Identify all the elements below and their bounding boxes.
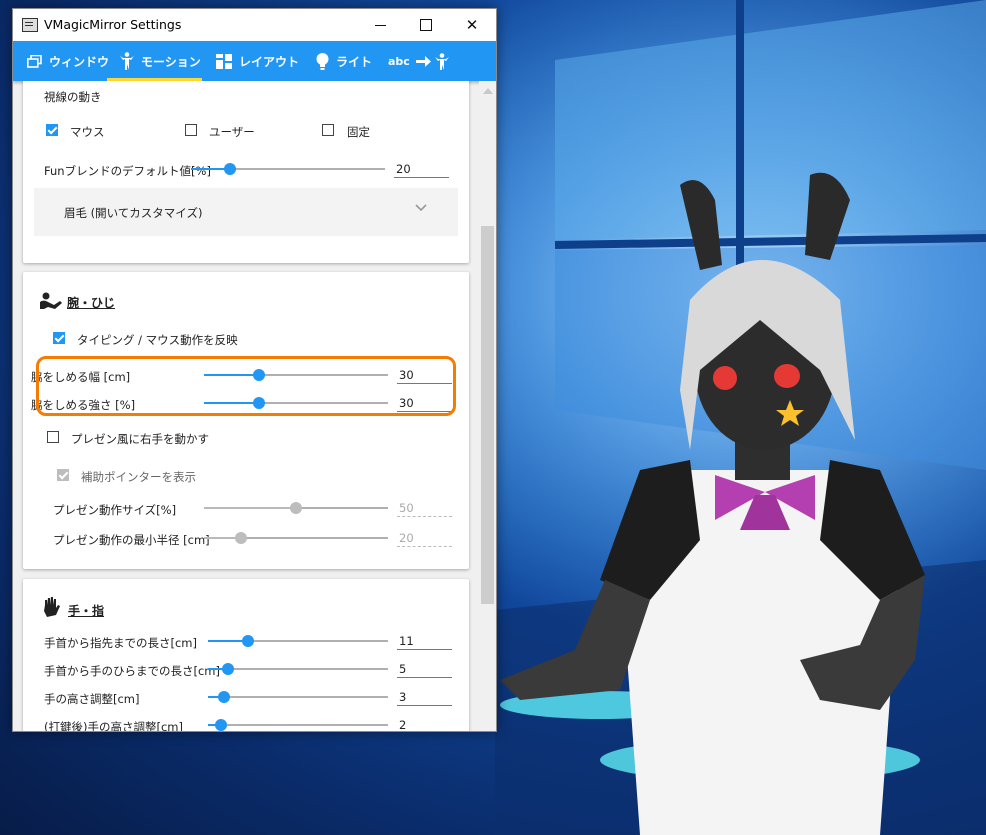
slider-thumb[interactable] (241, 635, 254, 647)
maximize-button[interactable] (403, 9, 449, 41)
hand-finger-card: 手・指 手首から指先までの長さ[cm] 11 手首から手のひらまでの長さ[cm]… (23, 579, 469, 731)
highlight-box (36, 356, 456, 416)
show-pointer-checkbox[interactable] (57, 469, 69, 481)
presentation-label: プレゼン風に右手を動かす (71, 432, 209, 446)
tab-label: abc (388, 54, 410, 68)
arm-icon (40, 292, 62, 313)
wrist-to-tip-value[interactable]: 11 (397, 632, 452, 650)
wrist-to-tip-label: 手首から指先までの長さ[cm] (44, 636, 197, 650)
present-radius-label: プレゼン動作の最小半径 [cm] (53, 533, 210, 547)
settings-window[interactable]: VMagicMirror Settings ✕ ウィンドウ モーション レイアウ… (12, 8, 497, 732)
fun-blend-label: Funブレンドのデフォルト値[%] (44, 164, 211, 178)
slider-thumb[interactable] (290, 502, 302, 514)
hand-icon (42, 597, 60, 620)
tab-word-to-motion[interactable]: abc (388, 41, 457, 81)
wrist-to-palm-value[interactable]: 5 (397, 660, 452, 678)
present-radius-slider[interactable] (204, 531, 388, 545)
slider-thumb[interactable] (234, 532, 247, 544)
hand-height-after-slider[interactable] (208, 718, 388, 731)
tab-layout[interactable]: レイアウト (216, 41, 299, 81)
wrist-to-palm-slider[interactable] (208, 662, 388, 676)
person-icon (120, 52, 134, 70)
slider-thumb[interactable] (223, 163, 236, 175)
tab-label: ウィンドウ (49, 54, 110, 69)
arm-elbow-card: 腕・ひじ タイピング / マウス動作を反映 脇をしめる幅 [cm] 30 脇をし… (23, 272, 469, 569)
fixed-label: 固定 (347, 125, 370, 139)
show-pointer-label: 補助ポインターを表示 (81, 470, 196, 484)
typing-reflect-checkbox[interactable] (53, 332, 65, 344)
eye-motion-heading: 視線の動き (44, 90, 102, 104)
app-icon (22, 18, 38, 32)
wrist-to-palm-label: 手首から手のひらまでの長さ[cm] (44, 664, 220, 678)
presentation-checkbox[interactable] (47, 431, 59, 443)
slider-thumb[interactable] (218, 691, 231, 703)
wrist-to-tip-slider[interactable] (208, 634, 388, 648)
tab-label: モーション (141, 54, 201, 69)
eyebrow-expander-label: 眉毛 (開いてカスタマイズ) (64, 206, 203, 220)
scroll-up-arrow-icon[interactable] (483, 88, 493, 94)
tab-label: ライト (336, 54, 373, 69)
minimize-button[interactable] (357, 9, 403, 41)
present-size-value[interactable]: 50 (397, 499, 452, 517)
chevron-down-icon (414, 202, 428, 217)
slider-thumb[interactable] (221, 663, 234, 675)
tab-motion[interactable]: モーション (120, 41, 201, 81)
window-title: VMagicMirror Settings (44, 17, 182, 32)
present-size-slider[interactable] (204, 501, 388, 515)
bulb-icon (316, 52, 329, 70)
title-bar[interactable]: VMagicMirror Settings ✕ (13, 9, 496, 41)
mouse-label: マウス (70, 125, 105, 139)
settings-scroll-area[interactable]: 視線の動き マウス ユーザー 固定 Funブレンドのデフォルト値[%] 20 眉… (13, 81, 479, 731)
typing-reflect-label: タイピング / マウス動作を反映 (77, 333, 238, 347)
hand-height-label: 手の高さ調整[cm] (44, 692, 140, 706)
vertical-scrollbar[interactable] (479, 81, 496, 731)
tab-label: レイアウト (239, 54, 300, 69)
window-icon (27, 54, 42, 68)
hand-height-after-value[interactable]: 2 (397, 716, 452, 731)
hand-height-slider[interactable] (208, 690, 388, 704)
scrollbar-thumb[interactable] (481, 226, 494, 604)
present-size-label: プレゼン動作サイズ[%] (53, 503, 177, 517)
eye-motion-card: 視線の動き マウス ユーザー 固定 Funブレンドのデフォルト値[%] 20 眉… (23, 81, 469, 263)
user-checkbox[interactable] (185, 124, 197, 136)
tab-light[interactable]: ライト (316, 41, 372, 81)
user-label: ユーザー (209, 125, 255, 139)
arm-section-title: 腕・ひじ (67, 296, 116, 310)
tab-window[interactable]: ウィンドウ (27, 41, 109, 81)
word-to-motion-icon (415, 52, 450, 70)
maximize-icon (420, 19, 432, 31)
mouse-checkbox[interactable] (46, 124, 58, 136)
fun-blend-slider[interactable] (191, 162, 385, 176)
hand-height-value[interactable]: 3 (397, 688, 452, 706)
slider-thumb[interactable] (214, 719, 227, 731)
hand-section-title: 手・指 (68, 604, 105, 618)
hand-height-after-label: (打鍵後)手の高さ調整[cm] (44, 720, 183, 731)
grid-icon (216, 53, 232, 69)
present-radius-value[interactable]: 20 (397, 529, 452, 547)
tab-bar: ウィンドウ モーション レイアウト ライト abc (13, 41, 496, 81)
fun-blend-value[interactable]: 20 (394, 160, 449, 178)
minimize-icon (374, 24, 386, 26)
eyebrow-expander[interactable]: 眉毛 (開いてカスタマイズ) (34, 188, 458, 236)
fixed-checkbox[interactable] (322, 124, 334, 136)
close-button[interactable]: ✕ (449, 9, 495, 41)
